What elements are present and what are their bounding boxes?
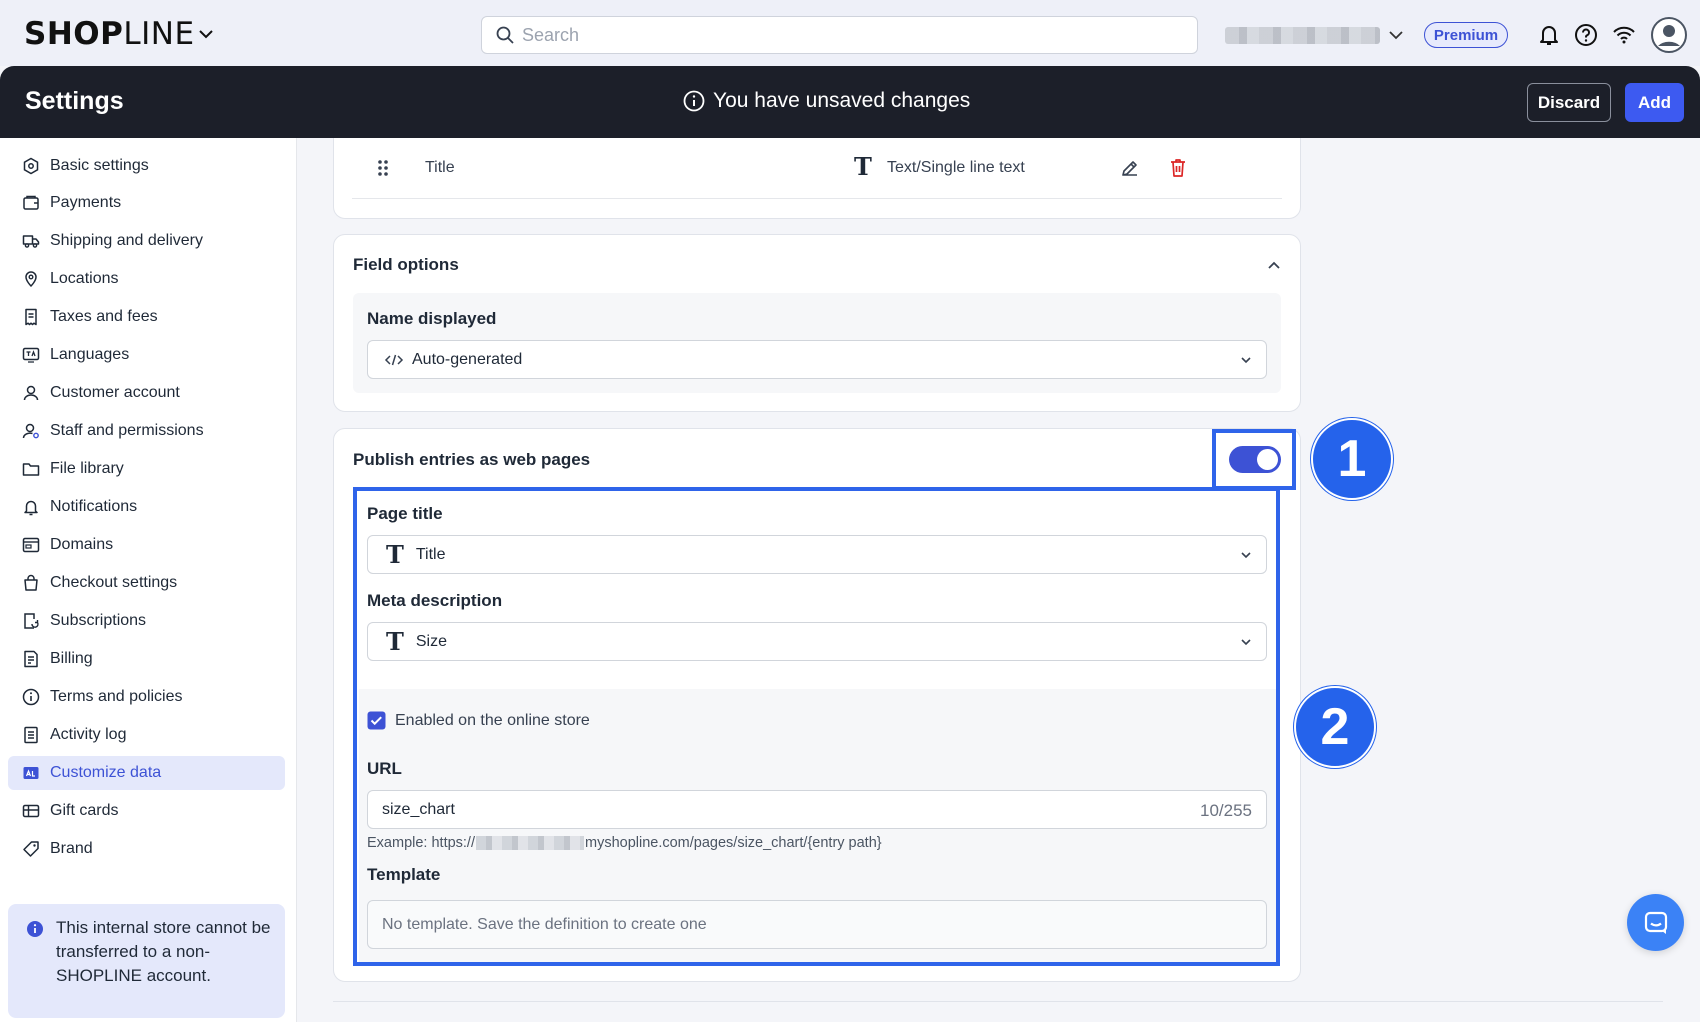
page-title: Settings: [25, 87, 124, 115]
sidebar-item-notifications[interactable]: Notifications: [8, 490, 285, 524]
settings-header: Settings You have unsaved changes Discar…: [0, 66, 1700, 138]
field-list-card: Title T Text/Single line text: [333, 138, 1301, 219]
search-box[interactable]: [481, 16, 1198, 54]
wifi-icon[interactable]: [1611, 22, 1637, 48]
name-displayed-panel: Name displayed Auto-generated: [353, 293, 1281, 393]
info-icon: [22, 688, 40, 706]
bottom-divider: [333, 1001, 1663, 1002]
sidebar-item-languages[interactable]: Languages: [8, 338, 285, 372]
field-options-card: Field options Name displayed Auto-genera…: [333, 234, 1301, 412]
logo-text-bold: SHOP: [24, 16, 124, 52]
field-options-heading: Field options: [353, 255, 459, 274]
sidebar-item-gift-cards[interactable]: Gift cards: [8, 794, 285, 828]
chevron-up-icon[interactable]: [1266, 257, 1282, 273]
bag-icon: [24, 574, 38, 591]
hexagon-icon: [23, 157, 39, 175]
store-chevron-down-icon[interactable]: [1386, 25, 1406, 45]
field-name: Title: [425, 159, 455, 176]
avatar[interactable]: [1651, 17, 1687, 53]
data-icon: [23, 767, 39, 779]
gift-card-icon: [22, 804, 40, 818]
add-button[interactable]: Add: [1625, 83, 1684, 122]
receipt-icon: [25, 308, 37, 326]
sidebar-item-subscriptions[interactable]: Subscriptions: [8, 604, 285, 638]
publish-heading: Publish entries as web pages: [353, 450, 591, 469]
truck-icon: [22, 235, 40, 248]
unsaved-changes-message: You have unsaved changes: [683, 89, 970, 113]
sidebar-item-file-library[interactable]: File library: [8, 452, 285, 486]
highlight-box-toggle: [1212, 429, 1296, 490]
transfer-notice: This internal store cannot be transferre…: [8, 904, 285, 1018]
language-icon: [22, 347, 40, 363]
name-displayed-select[interactable]: Auto-generated: [367, 340, 1267, 379]
annotation-badge-2: 2: [1294, 686, 1376, 768]
top-bar: SHOPLINE Premium: [0, 0, 1700, 66]
help-icon[interactable]: [1573, 22, 1599, 48]
sidebar-item-locations[interactable]: Locations: [8, 262, 285, 296]
delete-icon[interactable]: [1168, 157, 1188, 179]
browser-icon: [22, 537, 40, 553]
map-pin-icon: [25, 271, 37, 288]
sidebar-item-brand[interactable]: Brand: [8, 832, 285, 866]
text-type-icon: T: [854, 152, 872, 181]
bill-icon: [24, 650, 38, 668]
drag-handle-icon[interactable]: [376, 159, 390, 177]
name-displayed-value: Auto-generated: [412, 350, 523, 368]
log-icon: [24, 726, 38, 744]
annotation-badge-1: 1: [1311, 418, 1393, 500]
edit-icon[interactable]: [1120, 158, 1140, 178]
sidebar-item-customize-data[interactable]: Customize data: [8, 756, 285, 790]
sidebar-item-taxes[interactable]: Taxes and fees: [8, 300, 285, 334]
highlight-box-settings: [353, 487, 1280, 966]
sidebar-item-shipping[interactable]: Shipping and delivery: [8, 224, 285, 258]
user-icon: [23, 385, 39, 401]
chat-icon: [1644, 911, 1667, 934]
sidebar-item-checkout[interactable]: Checkout settings: [8, 566, 285, 600]
settings-sidebar: Basic settings Payments Shipping and del…: [0, 138, 297, 1022]
chevron-down-icon[interactable]: [196, 24, 216, 44]
info-icon: [27, 921, 43, 937]
sidebar-item-payments[interactable]: Payments: [8, 186, 285, 220]
sidebar-item-staff[interactable]: Staff and permissions: [8, 414, 285, 448]
folder-icon: [22, 463, 40, 476]
sidebar-item-activity-log[interactable]: Activity log: [8, 718, 285, 752]
plan-badge: Premium: [1424, 22, 1508, 48]
field-type: Text/Single line text: [887, 159, 1025, 176]
bell-icon: [24, 500, 38, 516]
sidebar-item-basic-settings[interactable]: Basic settings: [8, 149, 285, 183]
wallet-icon: [23, 195, 39, 210]
unsaved-text: You have unsaved changes: [713, 89, 971, 112]
bell-icon[interactable]: [1536, 22, 1562, 48]
search-input[interactable]: [522, 24, 1122, 46]
sidebar-item-terms[interactable]: Terms and policies: [8, 680, 285, 714]
notice-text: This internal store cannot be transferre…: [56, 918, 271, 985]
chat-button[interactable]: [1627, 894, 1684, 951]
logo-text-light: LINE: [123, 16, 195, 52]
info-icon: [683, 90, 705, 112]
name-displayed-label: Name displayed: [367, 309, 497, 328]
tag-icon: [23, 841, 39, 857]
discard-button[interactable]: Discard: [1527, 83, 1611, 122]
shopline-logo[interactable]: SHOP LINE: [24, 16, 195, 52]
store-name-redacted[interactable]: [1225, 27, 1380, 44]
sidebar-item-billing[interactable]: Billing: [8, 642, 285, 676]
search-icon: [496, 26, 514, 44]
divider: [352, 198, 1282, 199]
chevron-down-icon: [1241, 357, 1251, 364]
sidebar-item-customer-account[interactable]: Customer account: [8, 376, 285, 410]
sidebar-item-domains[interactable]: Domains: [8, 528, 285, 562]
subscription-icon: [24, 613, 39, 629]
code-icon: [384, 354, 404, 365]
user-gear-icon: [22, 423, 39, 439]
